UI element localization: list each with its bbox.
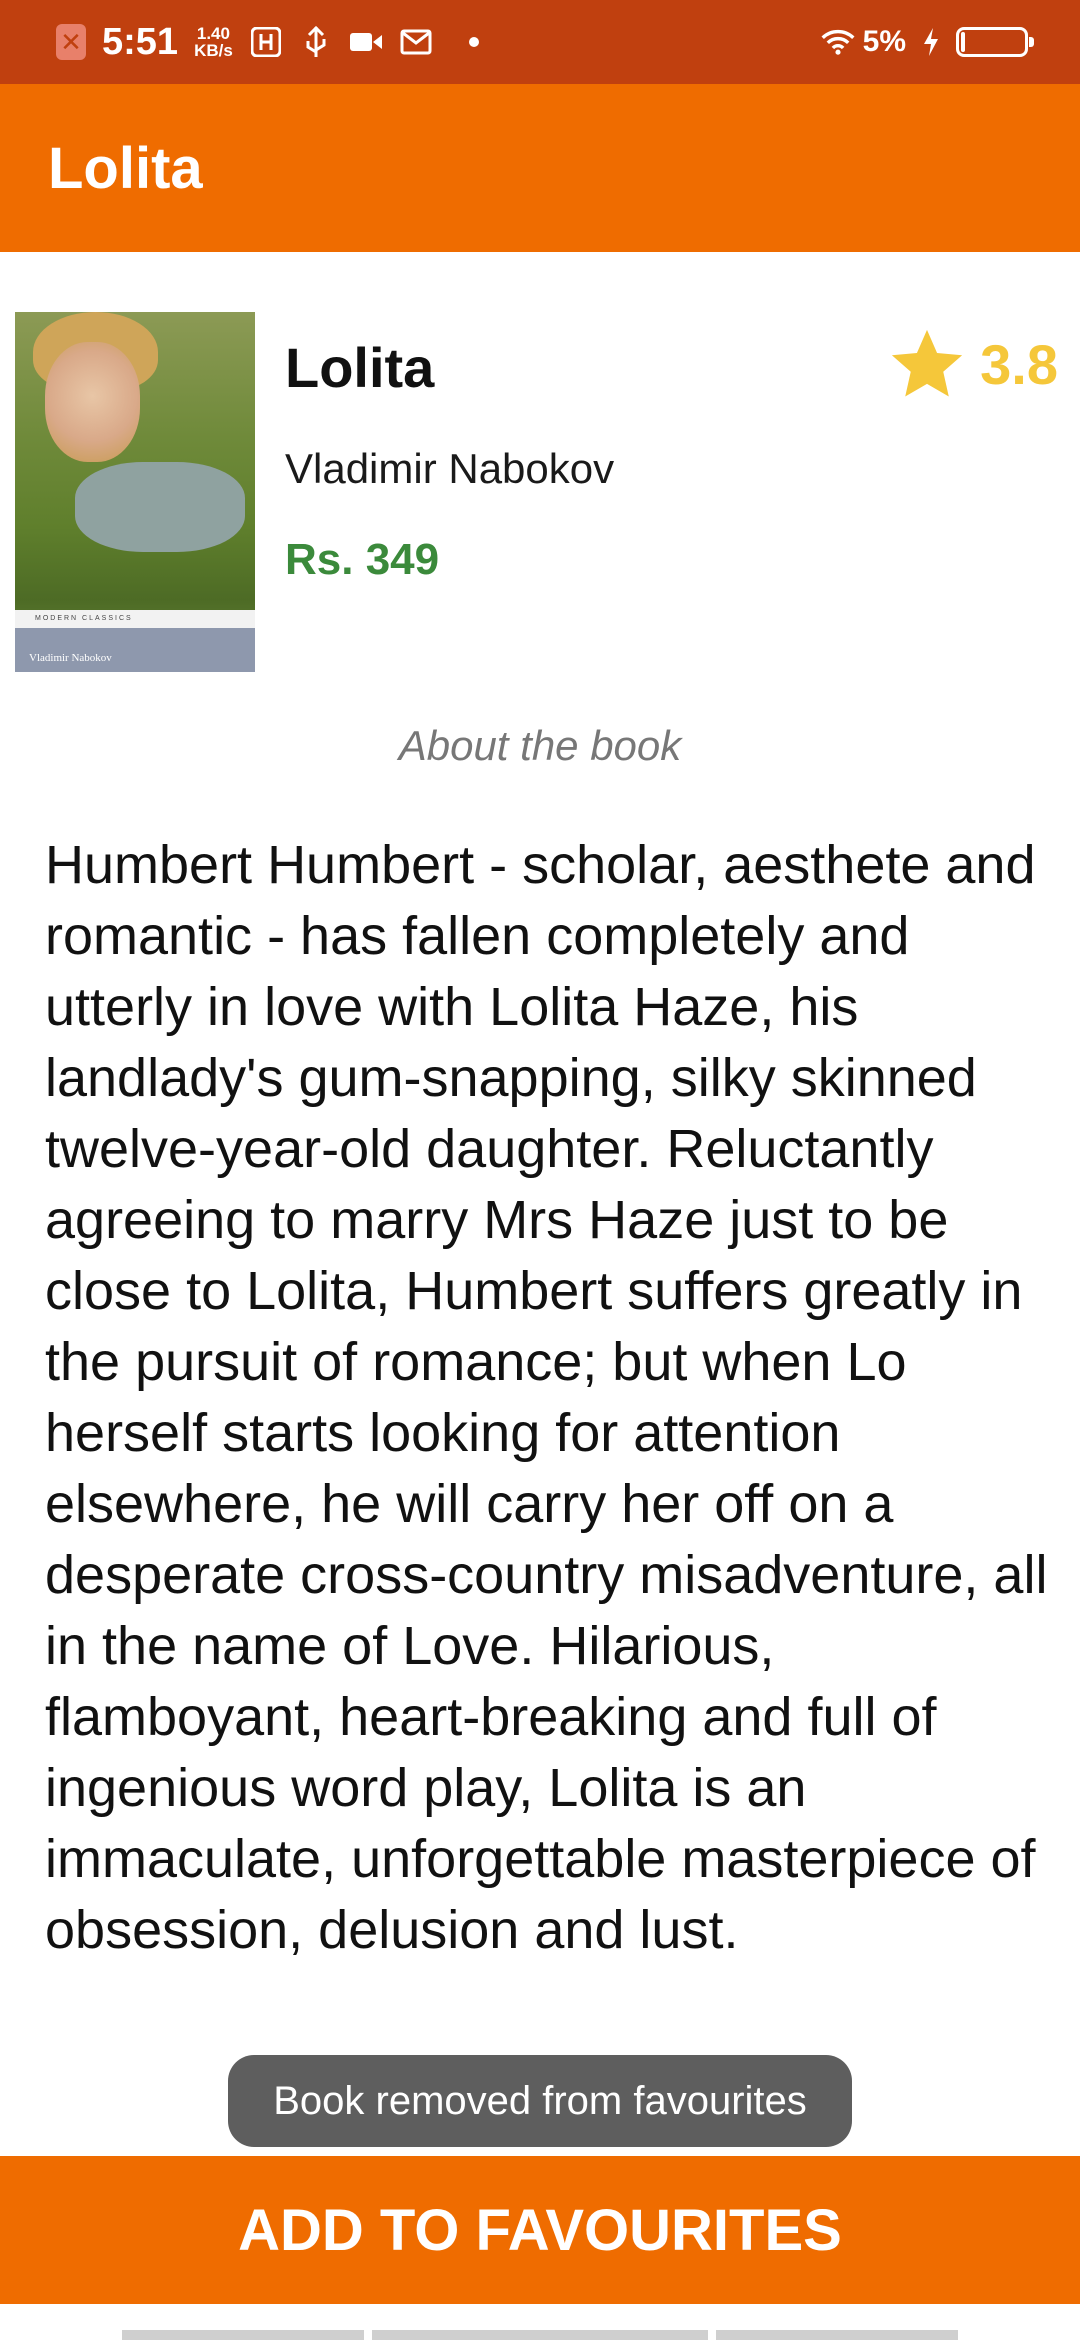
- status-time: 5:51: [102, 20, 179, 63]
- page-title: Lolita: [48, 135, 203, 201]
- app-bar: Lolita: [0, 84, 1080, 252]
- battery-icon: [956, 27, 1034, 57]
- about-heading: About the book: [398, 722, 682, 769]
- rating-value: 3.8: [980, 332, 1058, 396]
- status-bar: ✕ 5:51 1.40 KB/s 5%: [0, 0, 1080, 84]
- add-to-favourites-button[interactable]: ADD TO FAVOURITES: [0, 2156, 1080, 2304]
- nav-segment-left[interactable]: [122, 2330, 364, 2340]
- cover-series-text: MODERN CLASSICS: [15, 610, 255, 628]
- nav-segment-center[interactable]: [372, 2330, 708, 2340]
- nav-segment-right[interactable]: [716, 2330, 958, 2340]
- usb-icon: [299, 25, 333, 59]
- dot-icon: [468, 37, 479, 47]
- network-speed: 1.40 KB/s: [194, 25, 233, 59]
- about-description: Humbert Humbert - scholar, aesthete and …: [45, 835, 1048, 1960]
- toast-message: Book removed from favourites: [228, 2055, 852, 2147]
- star-icon: [892, 329, 963, 397]
- book-cover-image: MODERN CLASSICS Vladimir Nabokov: [15, 312, 255, 672]
- battery-percent: 5%: [862, 25, 906, 58]
- cover-author-text: Vladimir Nabokov: [29, 652, 112, 664]
- charging-icon: [914, 25, 948, 59]
- book-title: Lolita: [285, 336, 435, 399]
- network-speed-unit: KB/s: [194, 41, 233, 60]
- book-price: Rs. 349: [285, 535, 440, 584]
- book-author: Vladimir Nabokov: [285, 445, 615, 492]
- book-rating: 3.8: [888, 325, 1058, 403]
- network-speed-value: 1.40: [196, 24, 230, 43]
- usb-debug-icon: [249, 25, 283, 59]
- close-icon: ✕: [56, 24, 86, 60]
- video-icon: [349, 25, 383, 59]
- gmail-icon: [399, 25, 433, 59]
- gesture-bar: [0, 2304, 1080, 2340]
- wifi-icon: [821, 25, 855, 59]
